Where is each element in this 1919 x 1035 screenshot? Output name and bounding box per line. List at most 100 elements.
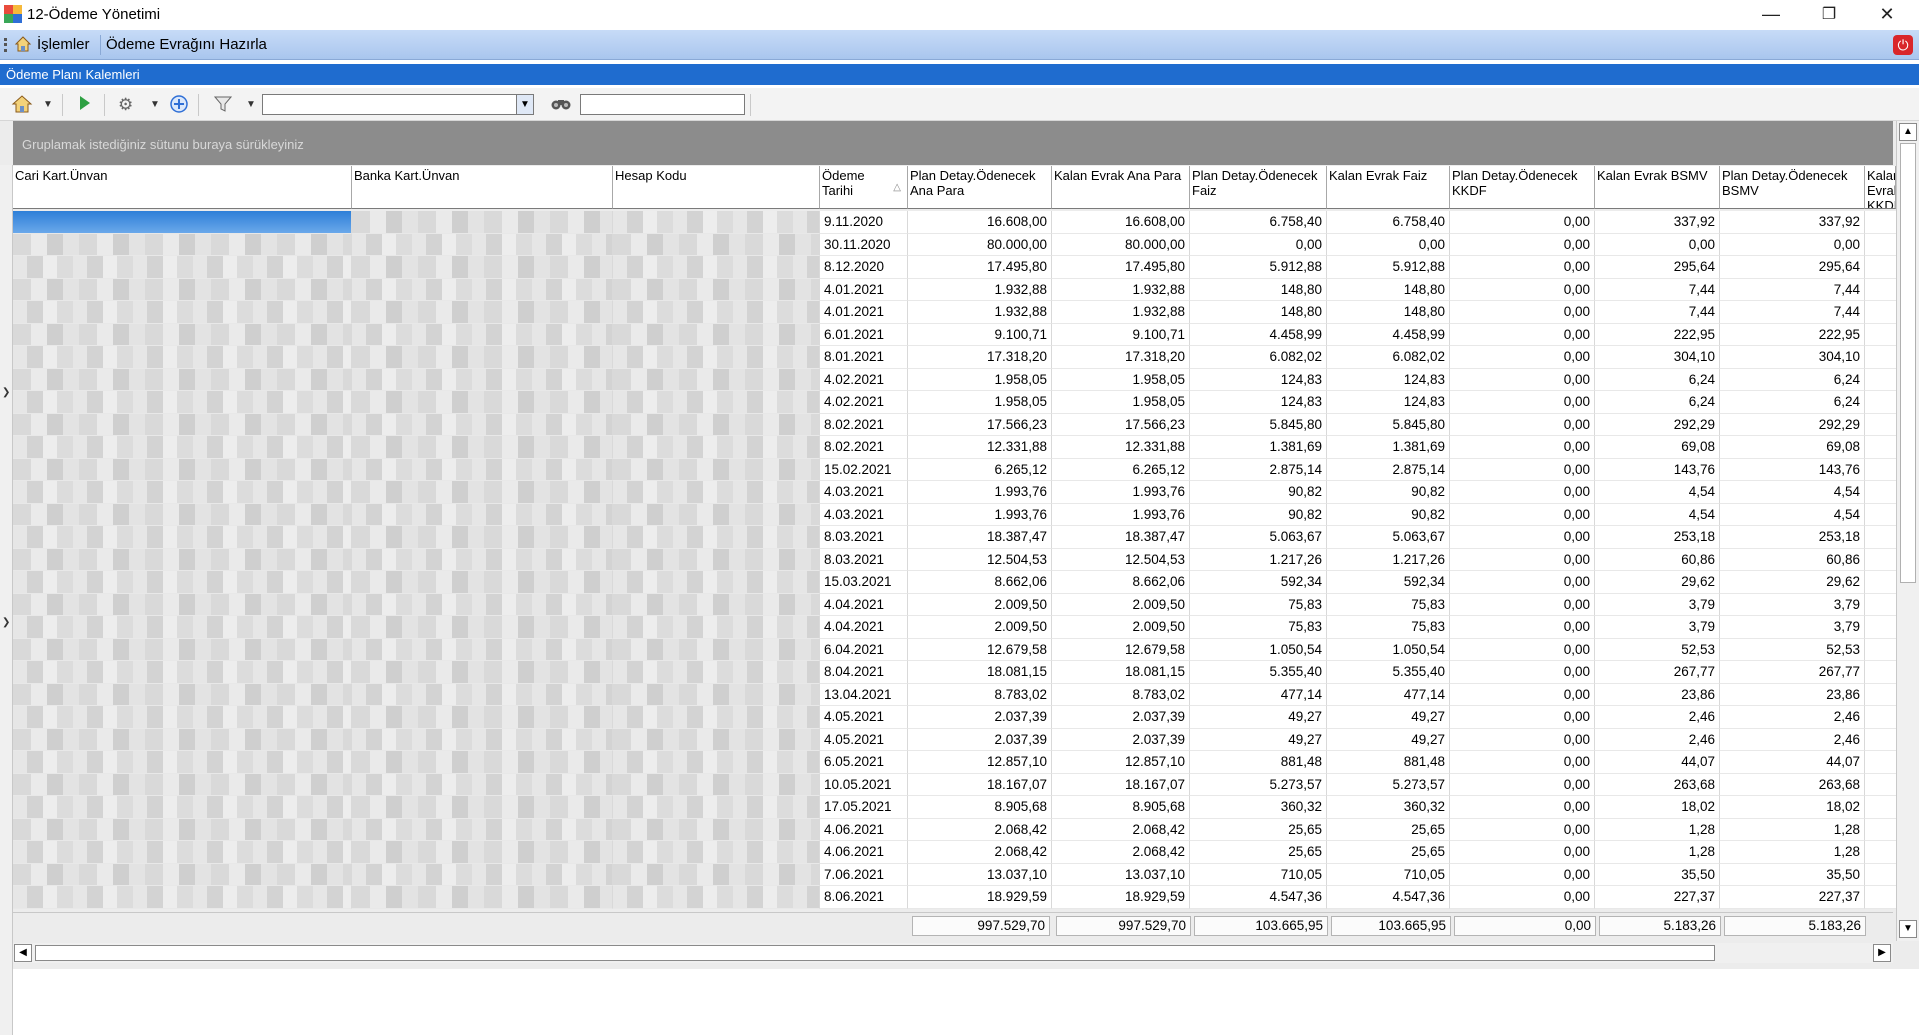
cell-plan-anapara[interactable]: 8.662,06 — [908, 571, 1052, 594]
cell-plan-faiz[interactable]: 4.547,36 — [1190, 886, 1327, 909]
col-header-hesap[interactable]: Hesap Kodu — [613, 166, 820, 209]
cell-plan-faiz[interactable]: 6.758,40 — [1190, 211, 1327, 234]
cell-plan-faiz[interactable]: 360,32 — [1190, 796, 1327, 819]
cell-kalan-kkdf[interactable] — [1865, 796, 1900, 819]
col-header-plan-bsmv[interactable]: Plan Detay.Ödenecek BSMV — [1720, 166, 1865, 209]
cell-plan-kkdf[interactable]: 0,00 — [1450, 886, 1595, 909]
cell-cari[interactable] — [13, 593, 352, 616]
cell-plan-kkdf[interactable]: 0,00 — [1450, 233, 1595, 256]
cell-cari[interactable] — [13, 346, 352, 369]
cell-plan-anapara[interactable]: 2.009,50 — [908, 593, 1052, 616]
cell-plan-kkdf[interactable]: 0,00 — [1450, 683, 1595, 706]
cell-plan-kkdf[interactable]: 0,00 — [1450, 346, 1595, 369]
cell-hesap[interactable] — [613, 751, 820, 774]
cell-kalan-bsmv[interactable]: 7,44 — [1595, 278, 1720, 301]
cell-cari[interactable] — [13, 841, 352, 864]
cell-kalan-bsmv[interactable]: 267,77 — [1595, 661, 1720, 684]
cell-plan-bsmv[interactable]: 253,18 — [1720, 526, 1865, 549]
cell-cari[interactable] — [13, 233, 352, 256]
cell-hesap[interactable] — [613, 346, 820, 369]
cell-cari[interactable] — [13, 886, 352, 909]
cell-plan-anapara[interactable]: 12.679,58 — [908, 638, 1052, 661]
cell-kalan-faiz[interactable]: 5.273,57 — [1327, 773, 1450, 796]
cell-kalan-anapara[interactable]: 17.495,80 — [1052, 256, 1190, 279]
cell-kalan-bsmv[interactable]: 1,28 — [1595, 818, 1720, 841]
cell-cari[interactable] — [13, 728, 352, 751]
cell-kalan-faiz[interactable]: 881,48 — [1327, 751, 1450, 774]
cell-plan-kkdf[interactable]: 0,00 — [1450, 278, 1595, 301]
cell-hesap[interactable] — [613, 391, 820, 414]
cell-plan-anapara[interactable]: 2.009,50 — [908, 616, 1052, 639]
cell-plan-anapara[interactable]: 13.037,10 — [908, 863, 1052, 886]
cell-cari[interactable] — [13, 301, 352, 324]
cell-tarih[interactable]: 30.11.2020 — [820, 233, 908, 256]
cell-kalan-anapara[interactable]: 9.100,71 — [1052, 323, 1190, 346]
cell-kalan-kkdf[interactable] — [1865, 481, 1900, 504]
table-row[interactable]: 7.06.2021 13.037,10 13.037,10 710,05 710,05 0… — [13, 863, 1900, 886]
cell-plan-anapara[interactable]: 6.265,12 — [908, 458, 1052, 481]
cell-tarih[interactable]: 8.04.2021 — [820, 661, 908, 684]
cell-plan-kkdf[interactable]: 0,00 — [1450, 571, 1595, 594]
cell-plan-bsmv[interactable]: 18,02 — [1720, 796, 1865, 819]
cell-kalan-anapara[interactable]: 2.037,39 — [1052, 706, 1190, 729]
cell-plan-bsmv[interactable]: 2,46 — [1720, 706, 1865, 729]
cell-cari[interactable] — [13, 526, 352, 549]
table-row[interactable]: 8.06.2021 18.929,59 18.929,59 4.547,36 4.547… — [13, 886, 1900, 909]
cell-plan-kkdf[interactable]: 0,00 — [1450, 368, 1595, 391]
cell-plan-faiz[interactable]: 4.458,99 — [1190, 323, 1327, 346]
cell-banka[interactable] — [352, 661, 613, 684]
cell-banka[interactable] — [352, 301, 613, 324]
cell-plan-bsmv[interactable]: 1,28 — [1720, 818, 1865, 841]
cell-banka[interactable] — [352, 638, 613, 661]
cell-cari[interactable] — [13, 211, 352, 234]
cell-tarih[interactable]: 4.03.2021 — [820, 481, 908, 504]
cell-plan-kkdf[interactable]: 0,00 — [1450, 661, 1595, 684]
cell-kalan-bsmv[interactable]: 3,79 — [1595, 616, 1720, 639]
cell-plan-anapara[interactable]: 12.331,88 — [908, 436, 1052, 459]
scroll-left-icon[interactable]: ◀ — [14, 944, 32, 962]
table-row[interactable]: 4.03.2021 1.993,76 1.993,76 90,82 90,82 0,00 4… — [13, 503, 1900, 526]
cell-banka[interactable] — [352, 616, 613, 639]
cell-kalan-faiz[interactable]: 5.063,67 — [1327, 526, 1450, 549]
cell-kalan-anapara[interactable]: 18.167,07 — [1052, 773, 1190, 796]
cell-plan-anapara[interactable]: 17.495,80 — [908, 256, 1052, 279]
cell-plan-faiz[interactable]: 90,82 — [1190, 503, 1327, 526]
cell-cari[interactable] — [13, 458, 352, 481]
cell-cari[interactable] — [13, 571, 352, 594]
cell-kalan-anapara[interactable]: 1.932,88 — [1052, 278, 1190, 301]
col-header-plan-faiz[interactable]: Plan Detay.Ödenecek Faiz — [1190, 166, 1327, 209]
cell-banka[interactable] — [352, 818, 613, 841]
chevron-down-icon[interactable]: ▼ — [150, 94, 160, 116]
cell-banka[interactable] — [352, 211, 613, 234]
col-header-kalan-faiz[interactable]: Kalan Evrak Faiz — [1327, 166, 1450, 209]
cell-plan-bsmv[interactable]: 295,64 — [1720, 256, 1865, 279]
cell-tarih[interactable]: 4.01.2021 — [820, 278, 908, 301]
cell-kalan-faiz[interactable]: 49,27 — [1327, 728, 1450, 751]
cell-plan-kkdf[interactable]: 0,00 — [1450, 751, 1595, 774]
cell-banka[interactable] — [352, 796, 613, 819]
cell-tarih[interactable]: 4.04.2021 — [820, 593, 908, 616]
cell-plan-bsmv[interactable]: 1,28 — [1720, 841, 1865, 864]
table-row[interactable]: 4.01.2021 1.932,88 1.932,88 148,80 148,80 0,0… — [13, 278, 1900, 301]
cell-tarih[interactable]: 8.02.2021 — [820, 413, 908, 436]
group-by-panel[interactable]: Gruplamak istediğiniz sütunu buraya sürü… — [13, 121, 1893, 165]
cell-kalan-anapara[interactable]: 1.958,05 — [1052, 391, 1190, 414]
cell-hesap[interactable] — [613, 323, 820, 346]
cell-kalan-bsmv[interactable]: 60,86 — [1595, 548, 1720, 571]
cell-hesap[interactable] — [613, 593, 820, 616]
table-row[interactable]: 8.03.2021 12.504,53 12.504,53 1.217,26 1.217… — [13, 548, 1900, 571]
cell-tarih[interactable]: 8.06.2021 — [820, 886, 908, 909]
cell-cari[interactable] — [13, 278, 352, 301]
cell-plan-kkdf[interactable]: 0,00 — [1450, 863, 1595, 886]
cell-cari[interactable] — [13, 796, 352, 819]
cell-kalan-anapara[interactable]: 13.037,10 — [1052, 863, 1190, 886]
cell-plan-bsmv[interactable]: 52,53 — [1720, 638, 1865, 661]
cell-plan-anapara[interactable]: 16.608,00 — [908, 211, 1052, 234]
cell-plan-faiz[interactable]: 49,27 — [1190, 706, 1327, 729]
cell-kalan-bsmv[interactable]: 18,02 — [1595, 796, 1720, 819]
cell-kalan-faiz[interactable]: 6.758,40 — [1327, 211, 1450, 234]
scroll-up-icon[interactable]: ▲ — [1899, 123, 1917, 141]
cell-hesap[interactable] — [613, 638, 820, 661]
cell-kalan-kkdf[interactable] — [1865, 503, 1900, 526]
cell-plan-bsmv[interactable]: 143,76 — [1720, 458, 1865, 481]
